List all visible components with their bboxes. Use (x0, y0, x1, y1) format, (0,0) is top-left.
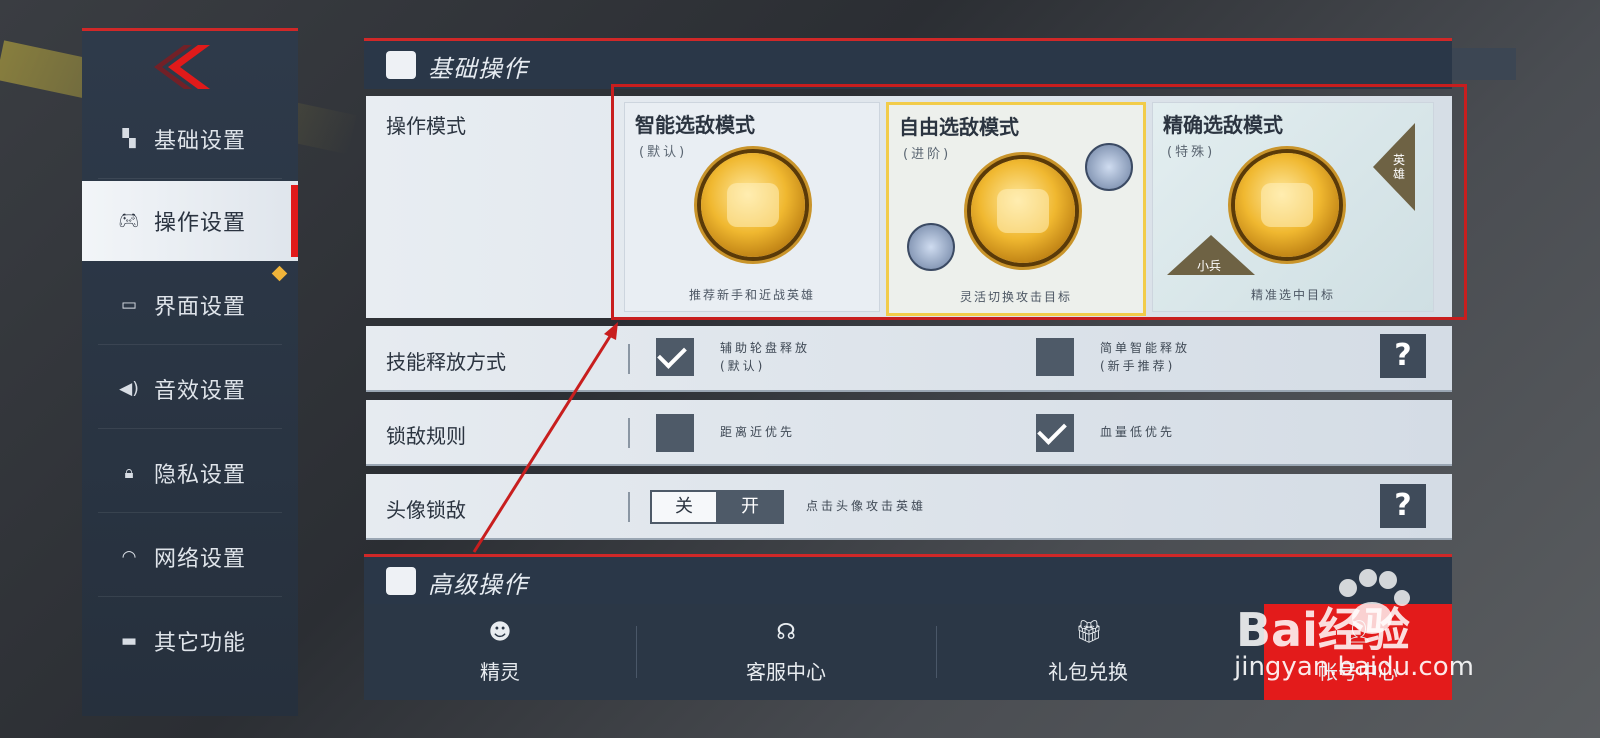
monster-avatar-icon (907, 223, 955, 271)
sprite-button[interactable]: ☻ 精灵 (364, 604, 636, 700)
skill-release-option2-text: 简单智能释放 (1100, 341, 1191, 355)
mode-title: 智能选敌模式 (635, 113, 755, 137)
sidebar-item-label: 音效设置 (154, 379, 247, 404)
skill-release-row: 技能释放方式 辅助轮盘释放 (默认) 简单智能释放 (新手推荐) ? (366, 326, 1452, 392)
sidebar-item-basic-settings[interactable]: ▚ 基础设置 (82, 99, 298, 179)
sidebar-item-interface-settings[interactable]: ▭ 界面设置 (82, 265, 298, 345)
sidebar-item-label: 操作设置 (154, 211, 247, 236)
lock-rule-option2-text: 血量低优先 (1100, 425, 1176, 439)
skill-release-help-button[interactable]: ? (1380, 334, 1426, 378)
headset-icon: ☊ (776, 620, 796, 645)
skill-release-option2-sub: (新手推荐) (1100, 359, 1176, 373)
skill-release-label: 技能释放方式 (386, 350, 506, 374)
operation-mode-panel: 操作模式 智能选敌模式 (默认) 推荐新手和近战英雄 自由选敌模式 (进阶) 灵… (366, 96, 1452, 318)
sidebar-item-other-features[interactable]: ▬ 其它功能 (82, 601, 298, 681)
skill-release-option1-sub: (默认) (720, 359, 766, 373)
mode-title: 自由选敌模式 (899, 115, 1019, 139)
gamepad-icon (386, 567, 416, 595)
bottom-item-label: 精灵 (480, 660, 520, 684)
speaker-icon: ◀) (119, 379, 139, 399)
sidebar-item-operation-settings[interactable]: 🎮︎ 操作设置 (82, 181, 298, 261)
mode-card-precise-target[interactable]: 精确选敌模式 (特殊) 英雄 小兵 精准选中目标 (1152, 102, 1434, 312)
lock-rule-option1-checkbox[interactable] (656, 414, 694, 452)
gamepad-icon (386, 51, 416, 79)
avatar-lock-help-button[interactable]: ? (1380, 484, 1426, 528)
enemy-avatar-icon (1085, 143, 1133, 191)
avatar-lock-toggle[interactable]: 关 开 (650, 490, 784, 524)
sidebar-item-label: 隐私设置 (154, 463, 247, 488)
basic-operations-header: 基础操作 (364, 38, 1452, 89)
section-title: 高级操作 (428, 571, 528, 599)
bottom-item-label: 客服中心 (746, 660, 826, 684)
mode-title: 精确选敌模式 (1163, 113, 1283, 137)
mode-caption: 精准选中目标 (1250, 288, 1335, 302)
mode-caption: 灵活切换攻击目标 (959, 290, 1072, 304)
sidebar-item-label: 界面设置 (154, 295, 247, 320)
advanced-operations-header: 高级操作 (364, 554, 1452, 605)
sidebar-item-label: 网络设置 (154, 547, 247, 572)
back-button[interactable] (152, 41, 232, 93)
skill-release-option2-checkbox[interactable] (1036, 338, 1074, 376)
avatar-lock-hint: 点击头像攻击英雄 (806, 499, 927, 513)
sidebar-item-network-settings[interactable]: ◠ 网络设置 (82, 517, 298, 597)
section-title: 基础操作 (428, 55, 528, 83)
sidebar-item-sound-settings[interactable]: ◀) 音效设置 (82, 349, 298, 429)
lock-rule-row: 锁敌规则 距离近优先 血量低优先 (366, 400, 1452, 466)
skill-release-option1-checkbox[interactable] (656, 338, 694, 376)
mode-subtitle: (特殊) (1167, 145, 1216, 160)
minion-tag: 小兵 (1197, 259, 1222, 273)
active-indicator (291, 185, 298, 257)
back-arrow-icon (154, 45, 210, 89)
sidebar-item-label: 基础设置 (154, 129, 247, 154)
sidebar-item-label: 其它功能 (154, 631, 247, 656)
wifi-icon: ◠ (121, 547, 137, 567)
sprite-icon: ☻ (488, 620, 512, 645)
customer-service-button[interactable]: ☊ 客服中心 (636, 604, 936, 700)
folder-icon: ▬ (120, 631, 138, 651)
mode-caption: 推荐新手和近战英雄 (688, 288, 815, 302)
mode-subtitle: (默认) (639, 145, 688, 160)
lock-rule-label: 锁敌规则 (386, 424, 466, 448)
header-tab-decoration (1452, 48, 1516, 80)
sidebar-item-privacy-settings[interactable]: 🔒︎ 隐私设置 (82, 433, 298, 513)
mode-subtitle: (进阶) (903, 147, 952, 162)
operation-mode-label: 操作模式 (386, 114, 466, 138)
fist-attack-icon (971, 159, 1075, 263)
skill-release-option1-text: 辅助轮盘释放 (720, 341, 811, 355)
lock-rule-option1-text: 距离近优先 (720, 425, 796, 439)
gift-redeem-button[interactable]: 🎁︎ 礼包兑换 (936, 604, 1240, 700)
hero-tag: 英雄 (1393, 153, 1406, 181)
avatar-lock-row: 头像锁敌 关 开 点击头像攻击英雄 ? (366, 474, 1452, 540)
mode-card-smart-target[interactable]: 智能选敌模式 (默认) 推荐新手和近战英雄 (624, 102, 880, 312)
toggle-off-label: 关 (652, 492, 716, 522)
gift-icon: 🎁︎ (1075, 620, 1103, 645)
lock-rule-option2-checkbox[interactable] (1036, 414, 1074, 452)
gamepad-icon: 🎮︎ (118, 211, 140, 231)
fist-attack-icon (701, 153, 805, 257)
bottom-action-bar: ☻ 精灵 ☊ 客服中心 🎁︎ 礼包兑换 👤︎ 帐号中心 (364, 604, 1452, 700)
lock-icon: 🔒︎ (124, 463, 134, 483)
screen-icon: ▭ (120, 295, 138, 315)
avatar-lock-label: 头像锁敌 (386, 498, 466, 522)
settings-sidebar: ▚ 基础设置 🎮︎ 操作设置 ▭ 界面设置 ◀) 音效设置 🔒︎ 隐私设置 ◠ … (82, 28, 298, 716)
account-icon: 👤︎ (1345, 620, 1373, 645)
layout-grid-icon: ▚ (122, 129, 136, 149)
bottom-item-label: 帐号中心 (1318, 660, 1398, 684)
account-center-button[interactable]: 👤︎ 帐号中心 (1264, 604, 1452, 700)
bottom-item-label: 礼包兑换 (1048, 660, 1128, 684)
mode-card-free-target[interactable]: 自由选敌模式 (进阶) 灵活切换攻击目标 (886, 102, 1146, 316)
toggle-on-label: 开 (741, 496, 759, 517)
